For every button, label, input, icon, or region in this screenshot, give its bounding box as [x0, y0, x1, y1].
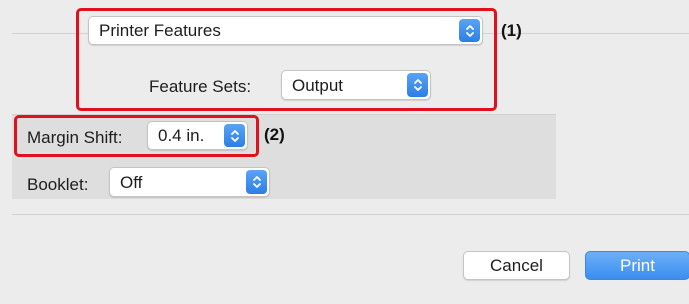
cancel-button[interactable]: Cancel [463, 251, 570, 280]
up-down-chevrons-icon [246, 170, 267, 194]
divider [12, 214, 689, 215]
callout-box-2 [14, 115, 259, 157]
print-dialog: Printer Features Feature Sets: Output (1… [0, 0, 689, 304]
print-button[interactable]: Print [585, 251, 689, 280]
booklet-popup[interactable]: Off [109, 167, 270, 197]
callout-box-1 [76, 8, 497, 111]
callout-label-2: (2) [264, 125, 285, 144]
callout-label-1: (1) [501, 21, 522, 40]
booklet-label: Booklet: [27, 175, 89, 194]
